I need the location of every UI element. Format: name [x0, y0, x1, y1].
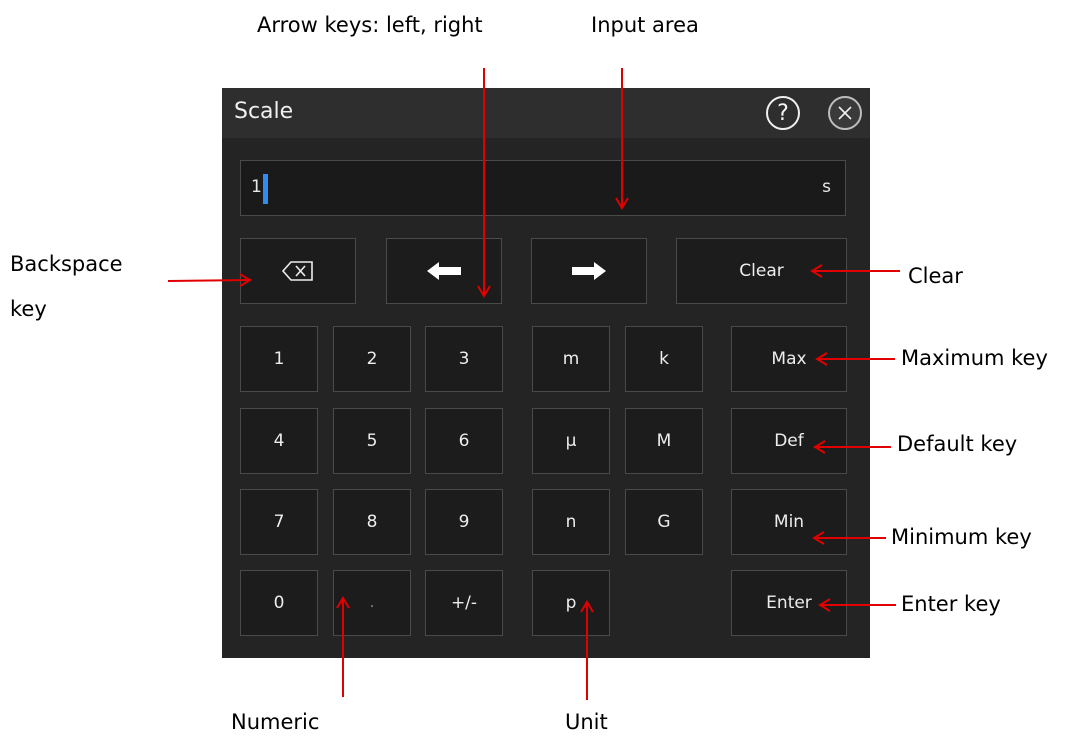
key-6[interactable]: 6 [425, 408, 503, 474]
annotation-backspace: Backspace [10, 252, 123, 276]
annotation-minimum: Minimum key [891, 525, 1032, 549]
decimal-point-label: . [369, 595, 375, 611]
input-unit: s [822, 177, 831, 197]
close-button[interactable] [828, 96, 862, 130]
unit-key-mega[interactable]: M [625, 408, 703, 474]
key-8[interactable]: 8 [333, 489, 411, 555]
annotation-unit: Unit [565, 710, 608, 734]
dialog-titlebar: Scale ? [222, 88, 870, 138]
annotation-backspace-key: key [10, 297, 47, 321]
help-icon: ? [777, 100, 789, 126]
max-button[interactable]: Max [731, 326, 847, 392]
key-4[interactable]: 4 [240, 408, 318, 474]
min-button[interactable]: Min [731, 489, 847, 555]
annotation-maximum: Maximum key [901, 346, 1048, 370]
key-3[interactable]: 3 [425, 326, 503, 392]
key-2[interactable]: 2 [333, 326, 411, 392]
input-value: 1 [251, 177, 262, 197]
backspace-button[interactable] [240, 238, 356, 304]
key-9[interactable]: 9 [425, 489, 503, 555]
arrow-left-icon [427, 262, 461, 280]
enter-button[interactable]: Enter [731, 570, 847, 636]
numeric-keypad-dialog: Scale ? 1 s Clear 1 2 3 4 5 6 7 8 9 0 . … [222, 88, 870, 658]
key-5[interactable]: 5 [333, 408, 411, 474]
close-icon [838, 106, 852, 120]
backspace-icon [281, 261, 313, 281]
unit-key-kilo[interactable]: k [625, 326, 703, 392]
annotation-arrow-keys: Arrow keys: left, right [257, 13, 483, 37]
unit-key-giga[interactable]: G [625, 489, 703, 555]
key-0[interactable]: 0 [240, 570, 318, 636]
annotation-input-area: Input area [591, 13, 699, 37]
unit-key-pico[interactable]: p [532, 570, 610, 636]
clear-button[interactable]: Clear [676, 238, 847, 304]
default-button[interactable]: Def [731, 408, 847, 474]
key-1[interactable]: 1 [240, 326, 318, 392]
unit-key-nano[interactable]: n [532, 489, 610, 555]
annotation-clear: Clear [908, 264, 963, 288]
annotation-numeric: Numeric [231, 710, 320, 734]
text-caret [263, 174, 268, 204]
help-button[interactable]: ? [766, 96, 800, 130]
dialog-title: Scale [234, 99, 294, 124]
arrow-right-icon [572, 262, 606, 280]
arrow-left-button[interactable] [386, 238, 502, 304]
key-decimal-point[interactable]: . [333, 570, 411, 636]
arrow-right-button[interactable] [531, 238, 647, 304]
annotation-default: Default key [897, 432, 1018, 456]
unit-key-micro[interactable]: μ [532, 408, 610, 474]
key-7[interactable]: 7 [240, 489, 318, 555]
input-area[interactable]: 1 s [240, 160, 846, 216]
key-sign-toggle[interactable]: +/- [425, 570, 503, 636]
unit-key-milli[interactable]: m [532, 326, 610, 392]
annotation-enter: Enter key [901, 592, 1001, 616]
